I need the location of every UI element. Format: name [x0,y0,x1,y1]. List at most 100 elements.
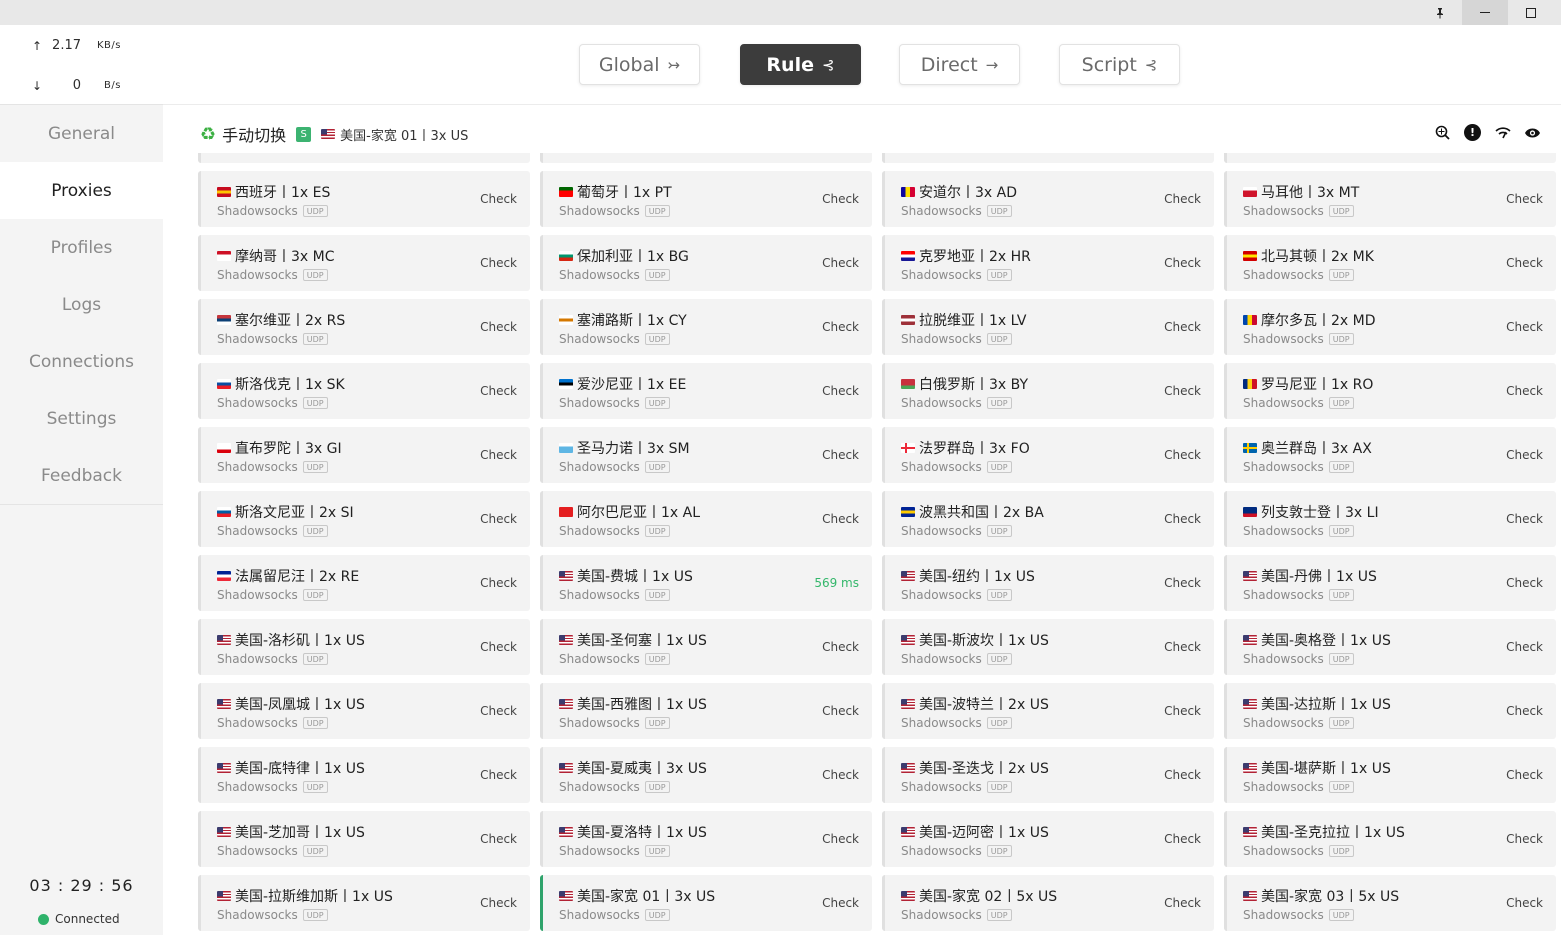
proxy-card[interactable]: 安道尔丨3x AD Shadowsocks UDP Check [882,171,1214,227]
check-button[interactable]: Check [1164,640,1201,654]
proxy-card-partial[interactable] [1224,153,1556,163]
check-button[interactable]: Check [480,192,517,206]
proxy-card[interactable]: 美国-波特兰丨2x US Shadowsocks UDP Check [882,683,1214,739]
check-button[interactable]: Check [480,896,517,910]
check-button[interactable]: Check [822,896,859,910]
proxy-card[interactable]: 摩尔多瓦丨2x MD Shadowsocks UDP Check [1224,299,1556,355]
proxy-card[interactable]: 保加利亚丨1x BG Shadowsocks UDP Check [540,235,872,291]
maximize-icon[interactable] [1508,0,1554,25]
proxy-card[interactable]: 美国-家宽 03丨5x US Shadowsocks UDP Check [1224,875,1556,931]
sidebar-item-profiles[interactable]: Profiles [0,219,163,276]
check-button[interactable]: Check [1506,448,1543,462]
check-button[interactable]: Check [1506,512,1543,526]
check-button[interactable]: Check [480,576,517,590]
check-button[interactable]: Check [822,448,859,462]
proxy-card[interactable]: 法属留尼汪丨2x RE Shadowsocks UDP Check [198,555,530,611]
proxy-card[interactable]: 法罗群岛丨3x FO Shadowsocks UDP Check [882,427,1214,483]
sidebar-item-feedback[interactable]: Feedback [0,447,163,504]
check-button[interactable]: Check [822,320,859,334]
alert-icon[interactable]: ! [1464,124,1481,141]
proxy-card[interactable]: 奥兰群岛丨3x AX Shadowsocks UDP Check [1224,427,1556,483]
proxy-card[interactable]: 北马其顿丨2x MK Shadowsocks UDP Check [1224,235,1556,291]
proxy-card[interactable]: 圣马力诺丨3x SM Shadowsocks UDP Check [540,427,872,483]
proxy-card[interactable]: 罗马尼亚丨1x RO Shadowsocks UDP Check [1224,363,1556,419]
check-button[interactable]: Check [822,256,859,270]
proxy-card[interactable]: 斯洛伐克丨1x SK Shadowsocks UDP Check [198,363,530,419]
proxy-card[interactable]: 美国-斯波坎丨1x US Shadowsocks UDP Check [882,619,1214,675]
check-button[interactable]: Check [1506,256,1543,270]
proxy-card[interactable]: 白俄罗斯丨3x BY Shadowsocks UDP Check [882,363,1214,419]
check-button[interactable]: Check [480,832,517,846]
pin-icon[interactable] [1417,0,1463,25]
proxy-card-partial[interactable] [198,153,530,163]
check-button[interactable]: Check [480,320,517,334]
proxy-card[interactable]: 美国-拉斯维加斯丨1x US Shadowsocks UDP Check [198,875,530,931]
proxy-card[interactable]: 美国-芝加哥丨1x US Shadowsocks UDP Check [198,811,530,867]
sidebar-item-logs[interactable]: Logs [0,276,163,333]
mode-direct-button[interactable]: Direct → [899,44,1020,85]
sidebar-item-settings[interactable]: Settings [0,390,163,447]
proxy-card[interactable]: 美国-底特律丨1x US Shadowsocks UDP Check [198,747,530,803]
check-button[interactable]: Check [480,512,517,526]
check-button[interactable]: Check [1164,384,1201,398]
mode-script-button[interactable]: Script ⊰ [1059,44,1180,85]
proxy-card[interactable]: 美国-圣迭戈丨2x US Shadowsocks UDP Check [882,747,1214,803]
check-button[interactable]: Check [822,704,859,718]
check-button[interactable]: Check [480,704,517,718]
proxy-card[interactable]: 美国-夏洛特丨1x US Shadowsocks UDP Check [540,811,872,867]
sidebar-item-connections[interactable]: Connections [0,333,163,390]
proxy-card[interactable]: 阿尔巴尼亚丨1x AL Shadowsocks UDP Check [540,491,872,547]
proxy-card[interactable]: 拉脱维亚丨1x LV Shadowsocks UDP Check [882,299,1214,355]
check-button[interactable]: Check [1506,320,1543,334]
proxy-card[interactable]: 美国-达拉斯丨1x US Shadowsocks UDP Check [1224,683,1556,739]
proxy-card[interactable]: 美国-家宽 01丨3x US Shadowsocks UDP Check [540,875,872,931]
check-button[interactable]: Check [822,192,859,206]
proxy-card[interactable]: 美国-纽约丨1x US Shadowsocks UDP Check [882,555,1214,611]
check-button[interactable]: Check [480,384,517,398]
check-button[interactable]: Check [1164,320,1201,334]
check-button[interactable]: Check [480,256,517,270]
proxy-card[interactable]: 美国-凤凰城丨1x US Shadowsocks UDP Check [198,683,530,739]
latency-label[interactable]: 569 ms [814,576,859,590]
proxy-card[interactable]: 美国-圣克拉拉丨1x US Shadowsocks UDP Check [1224,811,1556,867]
check-button[interactable]: Check [1164,256,1201,270]
proxy-card[interactable]: 爱沙尼亚丨1x EE Shadowsocks UDP Check [540,363,872,419]
proxy-card[interactable]: 美国-夏威夷丨3x US Shadowsocks UDP Check [540,747,872,803]
network-search-icon[interactable] [1434,124,1451,141]
check-button[interactable]: Check [1506,768,1543,782]
proxy-card[interactable]: 斯洛文尼亚丨2x SI Shadowsocks UDP Check [198,491,530,547]
proxy-card[interactable]: 波黑共和国丨2x BA Shadowsocks UDP Check [882,491,1214,547]
check-button[interactable]: Check [822,768,859,782]
proxy-card[interactable]: 美国-圣何塞丨1x US Shadowsocks UDP Check [540,619,872,675]
check-button[interactable]: Check [1164,704,1201,718]
check-button[interactable]: Check [822,640,859,654]
proxy-card-partial[interactable] [540,153,872,163]
check-button[interactable]: Check [1506,576,1543,590]
proxy-group-header[interactable]: ♻ 手动切换 S 美国-家宽 01丨3x US [200,120,468,148]
check-button[interactable]: Check [1506,640,1543,654]
check-button[interactable]: Check [1506,704,1543,718]
check-button[interactable]: Check [822,512,859,526]
proxy-card[interactable]: 美国-丹佛丨1x US Shadowsocks UDP Check [1224,555,1556,611]
minimize-icon[interactable] [1462,0,1508,25]
wifi-speed-icon[interactable] [1494,124,1511,141]
sidebar-item-proxies[interactable]: Proxies [0,162,163,219]
proxy-card[interactable]: 塞浦路斯丨1x CY Shadowsocks UDP Check [540,299,872,355]
proxy-card[interactable]: 葡萄牙丨1x PT Shadowsocks UDP Check [540,171,872,227]
check-button[interactable]: Check [1164,768,1201,782]
proxy-card[interactable]: 西班牙丨1x ES Shadowsocks UDP Check [198,171,530,227]
check-button[interactable]: Check [480,448,517,462]
check-button[interactable]: Check [822,384,859,398]
check-button[interactable]: Check [1164,448,1201,462]
mode-rule-button[interactable]: Rule ⊰ [740,44,861,85]
proxy-card[interactable]: 美国-费城丨1x US Shadowsocks UDP 569 ms [540,555,872,611]
proxy-card[interactable]: 马耳他丨3x MT Shadowsocks UDP Check [1224,171,1556,227]
eye-icon[interactable] [1524,124,1541,141]
check-button[interactable]: Check [1164,512,1201,526]
check-button[interactable]: Check [1164,192,1201,206]
check-button[interactable]: Check [822,832,859,846]
check-button[interactable]: Check [1506,832,1543,846]
check-button[interactable]: Check [1164,832,1201,846]
sidebar-item-general[interactable]: General [0,105,163,162]
proxy-card[interactable]: 美国-奥格登丨1x US Shadowsocks UDP Check [1224,619,1556,675]
